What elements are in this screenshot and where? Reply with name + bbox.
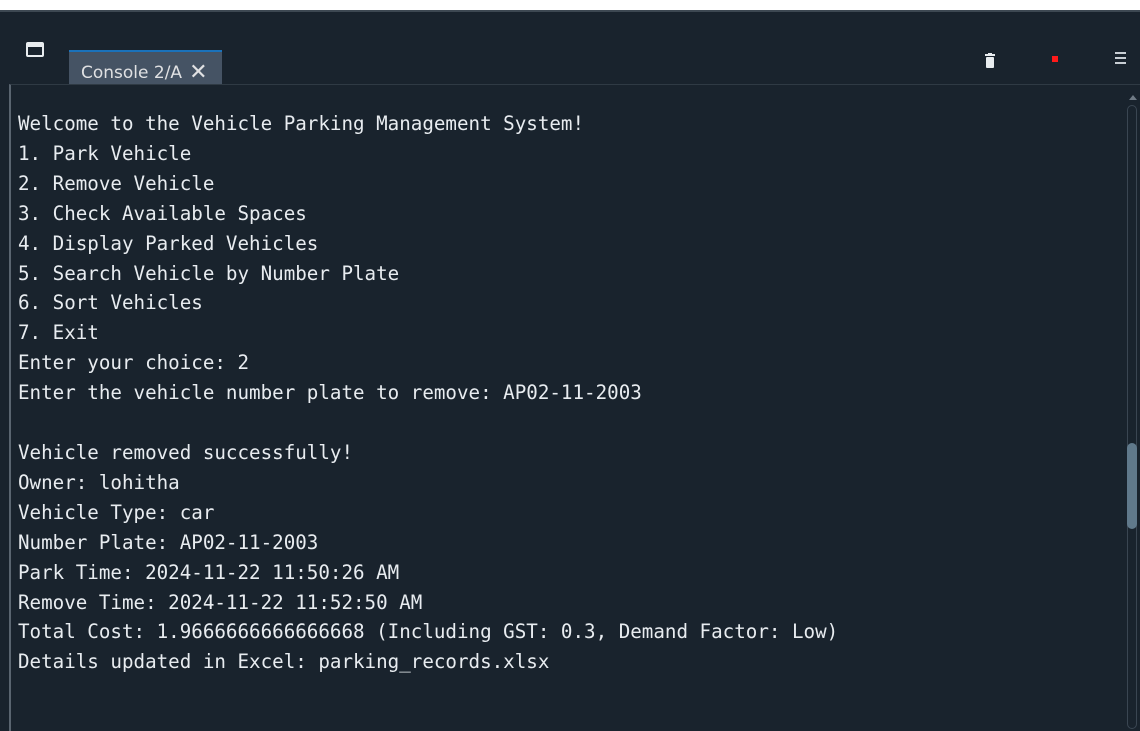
console-line: Welcome to the Vehicle Parking Managemen… xyxy=(18,112,585,135)
top-strip xyxy=(0,0,1140,10)
console-output-text: Welcome to the Vehicle Parking Managemen… xyxy=(18,109,838,677)
tab-label: Console 2/A xyxy=(81,63,183,83)
console-line: Enter your choice: 2 xyxy=(18,351,250,375)
console-output-area[interactable]: Welcome to the Vehicle Parking Managemen… xyxy=(9,84,1140,731)
console-line: Vehicle Type: car xyxy=(18,500,215,524)
console-line: 3. Check Available Spaces xyxy=(18,201,307,225)
console-titlebar: Console 2/A ✕ xyxy=(0,10,1140,94)
console-window: Console 2/A ✕ Welcome to the Vehicle Par… xyxy=(0,0,1140,731)
console-line: 1. Park Vehicle xyxy=(18,141,192,165)
console-line: Details updated in Excel: parking_record… xyxy=(18,650,550,674)
scroll-up-icon[interactable] xyxy=(1129,95,1137,100)
menu-icon[interactable] xyxy=(1115,52,1126,67)
trash-icon[interactable] xyxy=(985,53,995,68)
console-line: Number Plate: AP02-11-2003 xyxy=(18,530,319,554)
stop-icon[interactable] xyxy=(1052,56,1058,62)
scroll-thumb[interactable] xyxy=(1127,443,1137,529)
console-line: 4. Display Parked Vehicles xyxy=(18,231,319,255)
console-line: Owner: lohitha xyxy=(18,470,180,494)
close-icon[interactable]: ✕ xyxy=(189,62,207,84)
console-line: 2. Remove Vehicle xyxy=(18,171,215,195)
console-line: 7. Exit xyxy=(18,321,99,345)
scroll-track[interactable] xyxy=(1127,105,1137,729)
console-line: Park Time: 2024-11-22 11:50:26 AM xyxy=(18,560,400,584)
console-line: 6. Sort Vehicles xyxy=(18,291,203,315)
console-line: Total Cost: 1.9666666666666668 (Includin… xyxy=(18,620,839,644)
window-icon[interactable] xyxy=(26,42,44,57)
console-line: Remove Time: 2024-11-22 11:52:50 AM xyxy=(18,590,423,614)
console-line: 5. Search Vehicle by Number Plate xyxy=(18,261,400,285)
console-line: Vehicle removed successfully! xyxy=(18,440,354,464)
console-line: Enter the vehicle number plate to remove… xyxy=(18,381,642,405)
vertical-scrollbar[interactable] xyxy=(1125,95,1140,731)
